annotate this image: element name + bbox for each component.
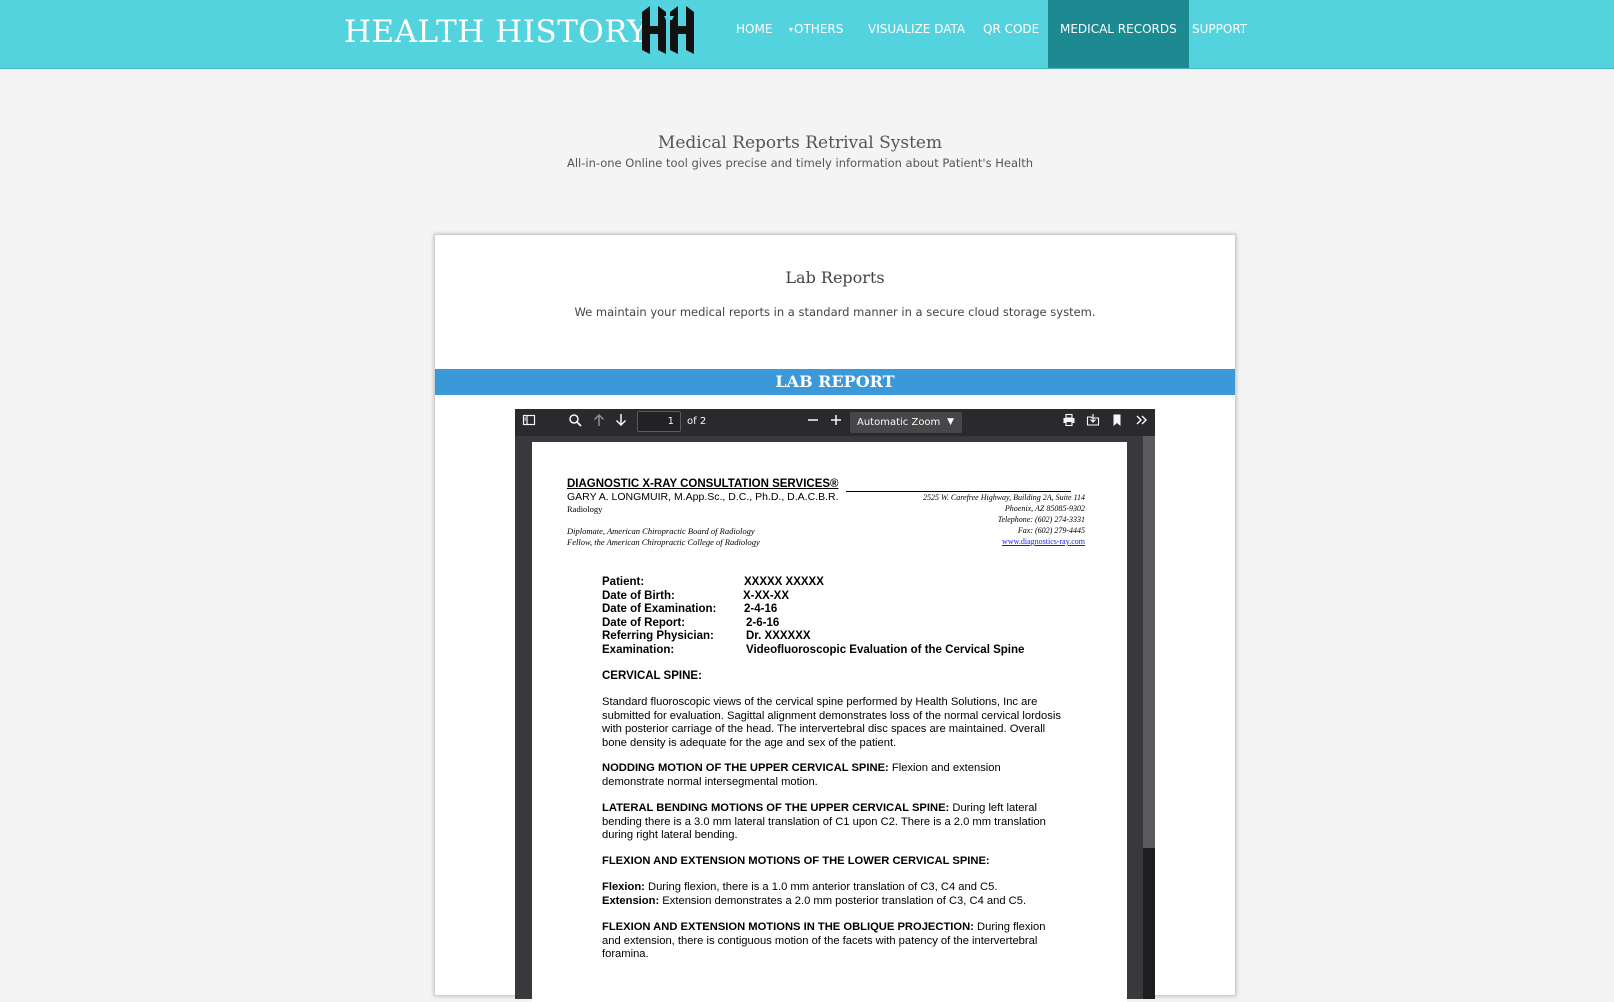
field-label-patient: Patient: bbox=[602, 576, 645, 588]
card-title: Lab Reports bbox=[785, 268, 885, 287]
field-value-exam-date: 2-4-16 bbox=[744, 603, 778, 615]
card-subtitle: We maintain your medical reports in a st… bbox=[574, 305, 1096, 319]
field-label-referring-physician: Referring Physician: bbox=[602, 630, 714, 642]
brand-title[interactable]: HEALTH HISTORY bbox=[344, 14, 648, 50]
nav-support[interactable]: SUPPORT bbox=[1192, 0, 1247, 68]
field-value-report-date: 2-6-16 bbox=[746, 617, 780, 629]
doc-address-line2: Phoenix, AZ 85085-9302 bbox=[1004, 504, 1085, 513]
navbar: HEALTH HISTORY HOME ▾OTHERS VISUALIZE DA… bbox=[0, 0, 1614, 69]
hero-title: Medical Reports Retrival System bbox=[657, 133, 943, 153]
chevron-down-icon: ▼ bbox=[947, 417, 954, 427]
zoom-select-value: Automatic Zoom bbox=[857, 417, 941, 428]
flexion-text: During flexion, there is a 1.0 mm anteri… bbox=[644, 881, 998, 893]
bookmark-icon[interactable] bbox=[1108, 413, 1126, 431]
para-nodding-motion: NODDING MOTION OF THE UPPER CERVICAL SPI… bbox=[602, 762, 1062, 789]
page-count: of 2 bbox=[687, 416, 707, 427]
doc-doctor-name: GARY A. LONGMUIR, M.App.Sc., D.C., Ph.D.… bbox=[567, 491, 839, 503]
doc-address-line1: 2525 W. Carefree Highway, Building 2A, S… bbox=[922, 493, 1085, 502]
pdf-toolbar: 1 of 2 Automatic Zoom ▼ bbox=[515, 409, 1155, 436]
para-standard-views: Standard fluoroscopic views of the cervi… bbox=[602, 696, 1061, 749]
nav-others[interactable]: ▾OTHERS bbox=[789, 0, 843, 68]
extension-heading: Extension: bbox=[602, 895, 660, 907]
para-lateral-bending: LATERAL BENDING MOTIONS OF THE UPPER CER… bbox=[602, 802, 1062, 843]
doc-specialty: Radiology bbox=[567, 504, 603, 514]
field-value-dob: X-XX-XX bbox=[743, 590, 790, 602]
print-icon[interactable] bbox=[1060, 413, 1078, 431]
nav-qr-code[interactable]: QR CODE bbox=[983, 0, 1039, 68]
previous-page-icon[interactable] bbox=[590, 413, 608, 431]
section-cervical-spine: CERVICAL SPINE: bbox=[602, 670, 702, 682]
doc-website-link[interactable]: www.diagnostics-ray.com bbox=[1002, 537, 1085, 546]
doc-fellow: Fellow, the American Chiropractic Colleg… bbox=[567, 537, 760, 547]
doc-telephone: Telephone: (602) 274-3331 bbox=[997, 515, 1085, 524]
field-value-patient: XXXXX XXXXX bbox=[744, 576, 824, 588]
field-value-examination: Videofluoroscopic Evaluation of the Cerv… bbox=[746, 644, 1025, 656]
caret-down-icon: ▾ bbox=[789, 24, 794, 34]
document-page: DIAGNOSTIC X-RAY CONSULTATION SERVICES® … bbox=[532, 442, 1127, 1002]
para-flexion: Flexion: During flexion, there is a 1.0 … bbox=[602, 881, 1062, 895]
para-flexion-lower: FLEXION AND EXTENSION MOTIONS OF THE LOW… bbox=[602, 855, 1062, 869]
scrollbar-thumb[interactable] bbox=[1143, 436, 1155, 848]
doc-company-name: DIAGNOSTIC X-RAY CONSULTATION SERVICES® bbox=[567, 478, 839, 490]
nav-medical-records[interactable]: MEDICAL RECORDS bbox=[1048, 0, 1189, 68]
field-label-report-date: Date of Report: bbox=[602, 617, 686, 629]
logo-icon[interactable] bbox=[638, 4, 700, 58]
flexion-lower-heading: FLEXION AND EXTENSION MOTIONS OF THE LOW… bbox=[602, 855, 990, 867]
next-page-icon[interactable] bbox=[612, 413, 630, 431]
nav-home[interactable]: HOME bbox=[736, 0, 772, 68]
para-oblique: FLEXION AND EXTENSION MOTIONS IN THE OBL… bbox=[602, 921, 1062, 962]
download-icon[interactable] bbox=[1084, 413, 1102, 431]
oblique-heading: FLEXION AND EXTENSION MOTIONS IN THE OBL… bbox=[602, 921, 974, 933]
doc-fax: Fax: (602) 279-4445 bbox=[1017, 526, 1085, 535]
zoom-select[interactable]: Automatic Zoom ▼ bbox=[850, 412, 962, 433]
search-icon[interactable] bbox=[566, 413, 584, 431]
nav-visualize-data[interactable]: VISUALIZE DATA bbox=[868, 0, 965, 68]
lateral-heading: LATERAL BENDING MOTIONS OF THE UPPER CER… bbox=[602, 802, 950, 814]
field-label-exam-date: Date of Examination: bbox=[602, 603, 717, 615]
field-label-examination: Examination: bbox=[602, 644, 675, 656]
zoom-in-icon[interactable] bbox=[827, 413, 845, 431]
nodding-heading: NODDING MOTION OF THE UPPER CERVICAL SPI… bbox=[602, 762, 889, 774]
field-label-dob: Date of Birth: bbox=[602, 590, 675, 602]
lab-report-banner: LAB REPORT bbox=[435, 369, 1235, 395]
para-extension: Extension: Extension demonstrates a 2.0 … bbox=[602, 895, 1062, 909]
hero-subtitle: All-in-one Online tool gives precise and… bbox=[566, 156, 1033, 170]
nav-others-label: OTHERS bbox=[794, 22, 844, 36]
doc-header-rule bbox=[846, 491, 1071, 492]
sidebar-toggle-icon[interactable] bbox=[520, 413, 538, 431]
lab-reports-card: Lab Reports We maintain your medical rep… bbox=[434, 234, 1236, 1002]
page-number-input[interactable]: 1 bbox=[637, 411, 681, 432]
extension-text: Extension demonstrates a 2.0 mm posterio… bbox=[659, 895, 1027, 907]
pdf-viewer: 1 of 2 Automatic Zoom ▼ DIAGNOSTIC X-RAY… bbox=[515, 409, 1155, 1002]
flexion-heading: Flexion: bbox=[602, 881, 645, 893]
doc-diplomate: Diplomate, American Chiropractic Board o… bbox=[567, 526, 755, 536]
zoom-out-icon[interactable] bbox=[804, 413, 822, 431]
field-value-referring-physician: Dr. XXXXXX bbox=[746, 630, 811, 642]
tools-menu-icon[interactable] bbox=[1133, 413, 1151, 431]
